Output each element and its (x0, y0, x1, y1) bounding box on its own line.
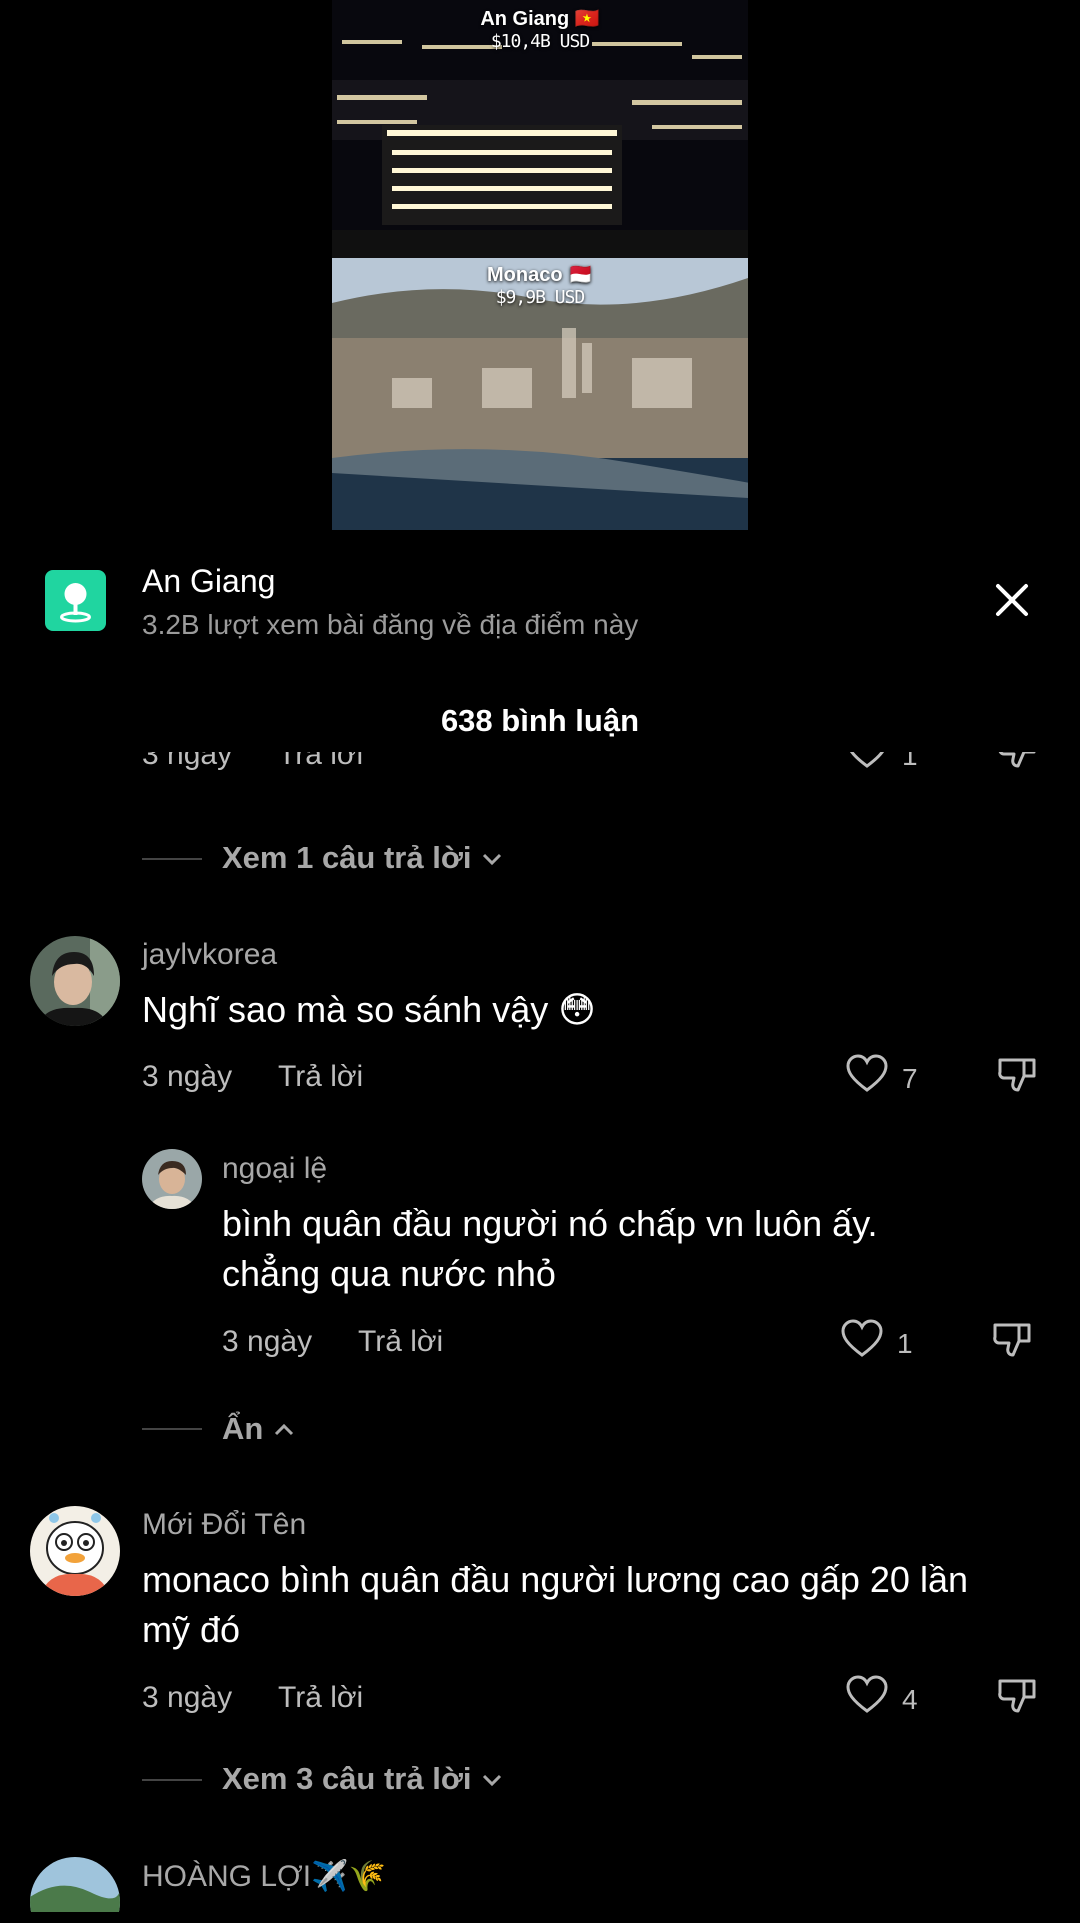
monaco-flag-icon: 🇲🇨 (568, 264, 594, 286)
video-panel-monaco: Monaco 🇲🇨 $9,9B USD (332, 258, 748, 530)
dislike-icon[interactable] (996, 752, 1038, 770)
an-giang-caption: An Giang 🇻🇳 $10,4B USD (332, 6, 748, 52)
monaco-value: $9,9B USD (495, 287, 586, 308)
monaco-name: Monaco (486, 264, 563, 286)
video-panel-an-giang: An Giang 🇻🇳 $10,4B USD (332, 0, 748, 258)
reply-time: 3 ngày (222, 1325, 313, 1358)
comment-time: 3 ngày (142, 1060, 233, 1093)
partial-reply-button[interactable]: Trả lời (278, 752, 363, 772)
monaco-caption: Monaco 🇲🇨 $9,9B USD (332, 262, 748, 308)
video-preview[interactable]: An Giang 🇻🇳 $10,4B USD Monaco 🇲🇨 $9,9B U… (332, 0, 748, 530)
avatar[interactable] (30, 1857, 120, 1912)
comment-time: 3 ngày (142, 1681, 233, 1714)
chevron-up-icon (272, 1411, 296, 1446)
heart-icon[interactable] (846, 1675, 888, 1715)
partial-comment-time: 3 ngày (142, 752, 233, 771)
comment-text-line-2: mỹ đó (142, 1609, 241, 1650)
partial-like-count: 1 (902, 752, 918, 771)
avatar[interactable] (30, 1506, 120, 1596)
like-count: 1 (897, 1328, 913, 1359)
view-replies-label: Xem 1 câu trả lời (222, 840, 472, 875)
reply-text-line-1: bình quân đầu người nó chấp vn luôn ấy. (222, 1203, 878, 1244)
comment-username[interactable]: HOÀNG LỢI✈️🌾 (142, 1859, 386, 1894)
comments-list[interactable]: 3 ngày Trả lời 1 Xem 1 câu trả lời jaylv… (0, 752, 1080, 1912)
expand-divider (142, 858, 202, 860)
reply-button[interactable]: Trả lời (278, 1060, 363, 1094)
comment-username[interactable]: Mới Đổi Tên (142, 1508, 306, 1542)
hide-label: Ẩn (222, 1411, 264, 1446)
comment-count: 638 bình luận (440, 703, 640, 738)
view-3-replies-button[interactable]: Xem 3 câu trả lời (222, 1761, 504, 1797)
location-views: 3.2B lượt xem bài đăng về địa điểm này (142, 609, 639, 640)
hide-replies-button[interactable]: Ẩn (222, 1411, 296, 1447)
reply-text-line-2: chẳng qua nước nhỏ (222, 1253, 556, 1294)
avatar[interactable] (30, 936, 120, 1026)
expand-divider (142, 1428, 202, 1430)
reply-username[interactable]: ngoại lệ (222, 1152, 327, 1186)
dislike-icon[interactable] (991, 1319, 1033, 1359)
view-1-reply-button[interactable]: Xem 1 câu trả lời (222, 840, 504, 876)
chevron-down-icon (480, 1761, 504, 1796)
reply-button[interactable]: Trả lời (278, 1681, 363, 1715)
location-name[interactable]: An Giang (142, 563, 275, 600)
an-giang-value: $10,4B USD (490, 31, 590, 52)
comment-text-line-1: monaco bình quân đầu người lương cao gấp… (142, 1559, 968, 1600)
like-count: 7 (902, 1063, 918, 1094)
expand-divider (142, 1779, 202, 1781)
heart-icon[interactable] (846, 752, 888, 770)
heart-icon[interactable] (846, 1054, 888, 1094)
heart-icon[interactable] (841, 1319, 883, 1359)
map-pin-icon[interactable] (45, 570, 106, 631)
avatar[interactable] (142, 1149, 202, 1209)
close-icon[interactable] (990, 578, 1034, 622)
an-giang-name: An Giang (480, 8, 570, 30)
dislike-icon[interactable] (996, 1054, 1038, 1094)
chevron-down-icon (480, 840, 504, 875)
dislike-icon[interactable] (996, 1675, 1038, 1715)
comment-text: Nghĩ sao mà so sánh vậy 😳 (142, 989, 596, 1030)
vietnam-flag-icon: 🇻🇳 (574, 8, 600, 30)
like-count: 4 (902, 1684, 918, 1715)
comment-username[interactable]: jaylvkorea (142, 938, 277, 972)
reply-button[interactable]: Trả lời (358, 1325, 443, 1359)
view-replies-label: Xem 3 câu trả lời (222, 1761, 472, 1796)
